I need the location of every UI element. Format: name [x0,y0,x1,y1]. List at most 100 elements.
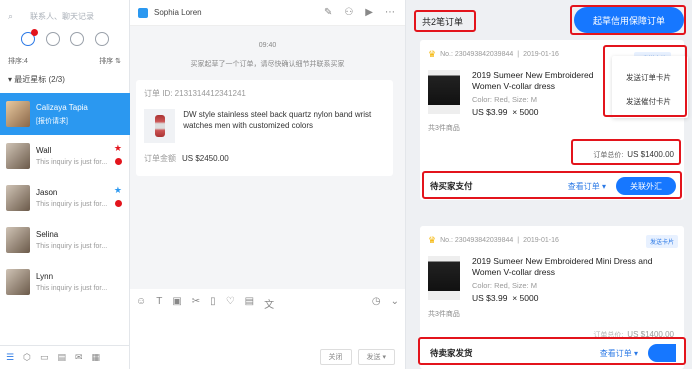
order-status-row: 待买家支付 查看订单 ▾ 关联外汇 [426,176,676,196]
grid-icon[interactable]: ▦ [92,352,101,363]
watch-image [154,115,165,137]
order-status: 待买家支付 [430,181,473,191]
contact-name: Wall [36,146,52,155]
product-name: 2019 Sumeer New Embroidered Mini Dress a… [472,256,653,277]
order-status-row: 待卖家发货 查看订单 ▾ [426,343,676,363]
order-total: 订单总价: US $1400.00 [593,150,674,159]
contact-preview: This inquiry is just for... [36,243,108,250]
contact-preview: This inquiry is just for... [36,159,108,166]
search-icon: ⌕ [8,10,14,21]
contact-item[interactable]: Wall This inquiry is just for... ★ [0,135,130,177]
unread-dot [31,29,39,36]
product-meta: Color: Red, Size: M [472,95,538,104]
send-order-card-option[interactable]: 发送订单卡片 [626,72,688,83]
chat-header-tools: ✎ ⚇ ▶ ⋯ [324,7,395,18]
contact-preview: This inquiry is just for... [36,201,108,208]
star-icon[interactable]: ★ [114,143,122,154]
expand-icon[interactable]: ⌄ [391,296,399,311]
order-amount-row: 订单金额 US $2450.00 [144,153,385,164]
cube-icon[interactable]: ⬡ [23,352,31,363]
view-order-link[interactable]: 查看订单 ▾ [568,181,606,192]
clock-tab-icon[interactable] [45,32,60,46]
chat-header: Sophia Loren ✎ ⚇ ▶ ⋯ [130,0,405,26]
view-order-link[interactable]: 查看订单 ▾ [600,348,638,359]
edit-icon[interactable]: ✎ [324,7,332,18]
item-count: 共3件商品 [428,125,460,132]
starred-group-header[interactable]: ▾ 最近星标 (2/3) [8,74,65,85]
group-tab-icon[interactable] [94,32,109,46]
video-icon[interactable]: ▶ [365,7,373,18]
like-icon[interactable]: ♡ [226,296,235,311]
close-button[interactable]: 关闭 [319,349,352,365]
order-number: No.: 230493842039844 [440,51,514,58]
search-input[interactable]: 联系人、聊天记录 [30,11,94,22]
product-price: US $3.99 × 5000 [472,293,539,303]
avatar [6,269,30,295]
draft-protection-order-button[interactable]: 起草信用保障订单 [574,7,684,33]
scissors-icon[interactable]: ✂ [192,296,200,311]
quick-reply-icon[interactable]: ◷ [372,296,381,311]
product-thumbnail [144,109,176,143]
sort-button[interactable]: 排序 ⇅ [99,56,121,66]
contact-item[interactable]: Calizaya Tapia [报价请求] [0,93,130,135]
video-clip-icon[interactable]: ▯ [210,296,216,311]
contact-preview: [报价请求] [36,117,68,125]
star-icon[interactable]: ★ [114,185,122,196]
contact-tab-icon[interactable] [70,32,85,46]
sort-count: 排序:4 [8,58,28,65]
emoji-icon[interactable]: ☺ [136,296,146,311]
item-count: 共3件商品 [428,311,460,318]
send-card-button[interactable]: 发送卡片 [645,235,678,248]
search-box[interactable]: ⌕ 联系人、聊天记录 [8,8,122,24]
contacts-panel: ⌕ 联系人、聊天记录 排序:4 排序 ⇅ ▾ 最近星标 (2/3) Caliza… [0,0,130,369]
product-name: 2019 Sumeer New Embroidered Women V-coll… [472,70,594,91]
contact-list: Calizaya Tapia [报价请求] Wall This inquiry is… [0,93,130,303]
link-forex-button[interactable]: 关联外汇 [616,177,676,195]
contact-preview: This inquiry is just for... [36,285,108,292]
order-id: 订单 ID: 2131314412341241 [144,89,246,98]
order-date: 2019-01-16 [523,51,559,58]
order-number: No.: 230493842039844 [440,237,514,244]
menu-icon[interactable]: ☰ [6,352,14,363]
avatar [6,101,30,127]
document-icon[interactable]: ▤ [57,352,66,363]
unread-dot [115,200,122,207]
divider: | [517,237,520,244]
avatar [6,185,30,211]
chat-tab-icon[interactable] [21,29,39,46]
divider: | [517,51,520,58]
amount-value: US $2450.00 [182,154,229,163]
order-action-button[interactable] [648,344,676,362]
mail-icon[interactable]: ✉ [75,352,83,363]
contact-name: Jason [36,188,58,197]
orders-panel: 共2笔订单 起草信用保障订单 ♛ No.: 230493842039844 | … [406,0,692,369]
contact-filter-tabs [0,29,130,46]
text-icon[interactable]: T [156,296,162,311]
composer-toolbar: ☺ T ▣ ✂ ▯ ♡ ▤ 文 ◷ ⌄ [136,296,399,311]
order-message-card[interactable]: 订单 ID: 2131314412341241 DW style stainle… [136,80,393,176]
more-icon[interactable]: ⋯ [385,7,395,18]
contact-name: Selina [36,230,59,239]
order-total: 订单总价: US $1400.00 [593,330,674,339]
image-icon[interactable]: ▣ [172,296,181,311]
contact-item[interactable]: Lynn This inquiry is just for... [0,261,130,303]
translate-icon[interactable]: 文 [264,296,274,311]
message-area: 09:40 买家起草了一个订单，请尽快确认细节并联系买家 订单 ID: 2131… [130,26,405,289]
send-payment-reminder-option[interactable]: 发送催付卡片 [626,96,688,107]
order-count-title: 共2笔订单 [422,17,464,27]
send-button[interactable]: 发送 ▾ [357,349,395,365]
sort-row: 排序:4 排序 ⇅ [8,56,121,66]
bottom-toolbar: ☰ ⬡ ▭ ▤ ✉ ▦ [0,345,130,369]
product-name: DW style stainless steel back quartz nyl… [183,110,372,130]
product-image [428,70,460,114]
contact-item[interactable]: Selina This inquiry is just for... [0,219,130,261]
contact-name: Calizaya Tapia [36,102,88,112]
document-icon[interactable]: ▤ [245,296,254,311]
order-card: ♛ No.: 230493842039844 | 2019-01-16 发送卡片… [420,226,684,369]
contact-item[interactable]: Jason This inquiry is just for... ★ [0,177,130,219]
composer-actions: 关闭 发送 ▾ [319,349,395,365]
card-icon[interactable]: ▭ [40,352,49,363]
message-time: 09:40 [258,42,277,49]
unread-dot [115,158,122,165]
add-user-icon[interactable]: ⚇ [344,7,353,18]
